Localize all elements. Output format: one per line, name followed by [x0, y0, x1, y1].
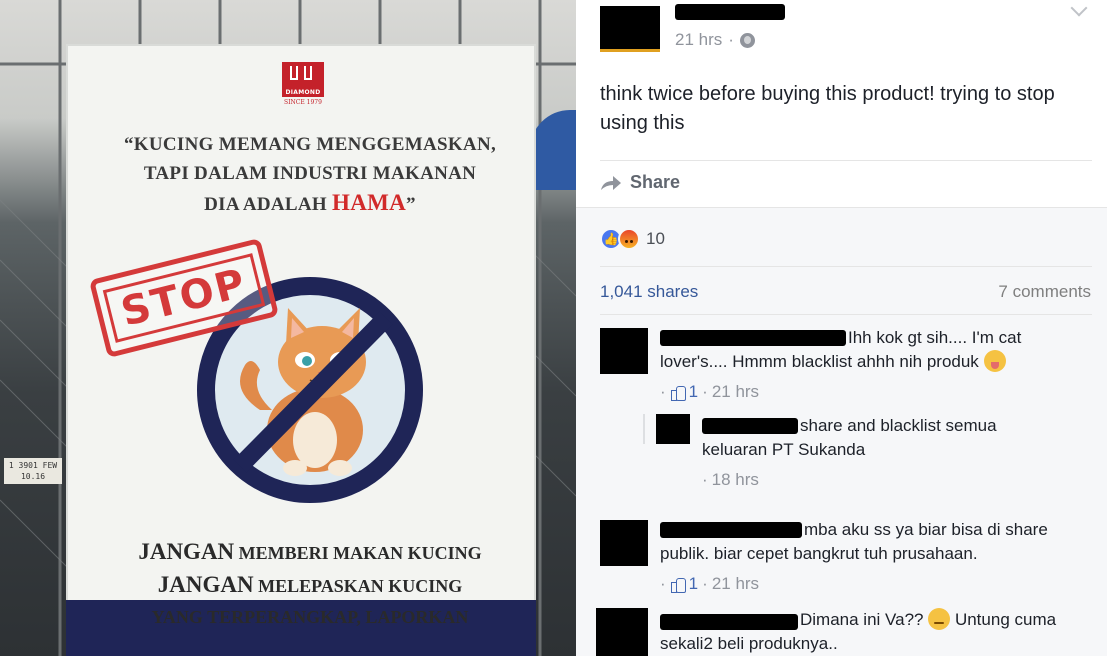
reply-item: share and blacklist semua keluaran PT Su… [702, 414, 1092, 490]
reply-text: share and blacklist semua [800, 416, 997, 435]
instruction-line-2: JANGAN MELEPASKAN KUCING [157, 572, 463, 597]
post-panel: 21 hrs · think twice before buying this … [576, 0, 1107, 656]
share-arrow-icon [601, 175, 621, 190]
comment-meta: · 1 · 21 hrs [660, 574, 760, 594]
comment-text-line: lover's.... Hmmm blacklist ahhh nih prod… [660, 352, 979, 371]
post-photo[interactable]: 1 3901 FEW 10.16 DIAMOND SINCE 1979 “KUC… [0, 0, 576, 656]
author-name-redacted[interactable] [675, 4, 785, 20]
like-thumb-icon [670, 576, 686, 593]
reply-avatar[interactable] [656, 414, 690, 444]
reply-text-line: keluaran PT Sukanda [702, 440, 866, 459]
reactions-summary[interactable]: 👍 10 [600, 228, 665, 250]
brand-logo: DIAMOND SINCE 1979 [282, 62, 324, 106]
sign-quote: “KUCING MEMANG MENGGEMASKAN, TAPI DALAM … [100, 130, 520, 219]
commenter-avatar[interactable] [600, 520, 648, 566]
instruction-line-3: YANG TERPERANGKAP, LAPORKAN [151, 607, 469, 627]
commenter-avatar[interactable] [600, 328, 648, 374]
quote-line-1: “KUCING MEMANG MENGGEMASKAN, [123, 134, 497, 155]
comment-likes[interactable]: 1 [670, 574, 698, 594]
comment-likes[interactable]: 1 [670, 382, 698, 402]
share-button[interactable]: Share [600, 172, 680, 193]
comment-text: mba aku ss ya biar bisa di share [804, 520, 1048, 539]
plate-date: 10.16 [20, 472, 46, 481]
comment-item: Ihh kok gt sih.... I'm cat lover's.... H… [660, 326, 1100, 402]
share-label: Share [630, 172, 681, 192]
plate-number: 1 3901 FEW [8, 461, 58, 470]
angry-reaction-icon [618, 228, 640, 250]
comment-time[interactable]: 21 hrs [712, 574, 759, 594]
quote-line-2: TAPI DALAM INDUSTRI MAKANAN [143, 163, 477, 184]
stats-divider [600, 314, 1092, 315]
comment-text-line: sekali2 beli produknya.. [660, 634, 838, 653]
comment-time[interactable]: 21 hrs [712, 382, 759, 402]
comment-text: Ihh kok gt sih.... I'm cat [848, 328, 1022, 347]
shares-link[interactable]: 1,041 shares [600, 282, 698, 302]
instruction-line-1: JANGAN MEMBERI MAKAN KUCING [138, 539, 482, 564]
brand-since: SINCE 1979 [284, 99, 322, 106]
post-divider [600, 160, 1092, 161]
meta-separator: · [728, 30, 734, 49]
license-plate: 1 3901 FEW 10.16 [4, 458, 62, 484]
author-avatar[interactable] [600, 6, 660, 52]
reaction-count: 10 [646, 229, 665, 248]
relieved-emoji-icon [928, 607, 951, 630]
post-header: 21 hrs · think twice before buying this … [576, 0, 1107, 207]
comment-meta: · 1 · 21 hrs [660, 382, 760, 402]
commenter-avatar[interactable] [596, 608, 648, 656]
hama-word: HAMA [332, 190, 407, 215]
globe-icon [739, 32, 755, 48]
chevron-down-icon[interactable] [1070, 0, 1088, 17]
tongue-emoji-icon [983, 349, 1006, 372]
diamond-logo-icon [282, 62, 324, 88]
post-stats: 1,041 shares 7 comments [600, 282, 1091, 302]
comment-text: Dimana ini Va?? Untung cuma [660, 607, 1100, 632]
post-meta: 21 hrs · [675, 30, 755, 50]
comments-link[interactable]: 7 comments [998, 282, 1091, 302]
comment-item: Dimana ini Va?? Untung cuma sekali2 beli… [660, 607, 1100, 656]
comment-item: mba aku ss ya biar bisa di share publik.… [660, 518, 1100, 594]
quote-line-3: DIA ADALAH HAMA” [204, 190, 416, 215]
like-thumb-icon [670, 384, 686, 401]
reply-indent-bar [643, 414, 645, 444]
reply-meta: · 18 hrs [702, 470, 759, 490]
post-time[interactable]: 21 hrs [675, 30, 722, 50]
sign-instructions: JANGAN MEMBERI MAKAN KUCING JANGAN MELEP… [100, 536, 520, 633]
post-text: think twice before buying this product! … [600, 83, 1055, 134]
reply-time[interactable]: 18 hrs [712, 470, 759, 490]
comment-text-line: publik. biar cepet bangkrut tuh prusahaa… [660, 544, 978, 563]
feedback-divider [600, 266, 1092, 267]
brand-name: DIAMOND [282, 88, 324, 97]
